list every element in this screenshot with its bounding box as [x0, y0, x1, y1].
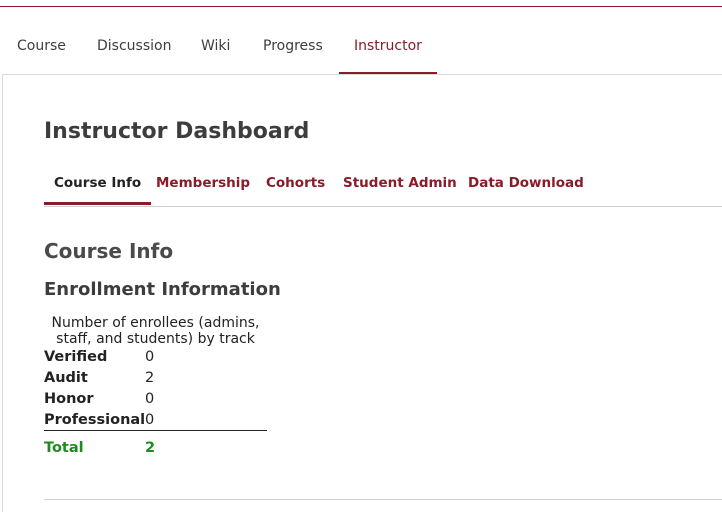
row-value: 2 — [145, 370, 155, 386]
tab-student-admin[interactable]: Student Admin — [343, 175, 457, 191]
row-value: 0 — [145, 391, 155, 407]
enrollment-heading: Enrollment Information — [44, 279, 281, 300]
table-row-total: Total 2 — [44, 431, 267, 461]
section-divider — [44, 499, 722, 500]
tab-membership[interactable]: Membership — [156, 175, 250, 191]
row-label: Audit — [44, 370, 88, 386]
table-row-audit: Audit 2 — [44, 368, 267, 389]
course-nav: Course Discussion Wiki Progress Instruct… — [0, 22, 722, 75]
total-value: 2 — [145, 440, 156, 456]
tab-progress[interactable]: Progress — [263, 22, 323, 74]
table-caption: Number of enrollees (admins, staff, and … — [51, 315, 260, 347]
page-title: Instructor Dashboard — [44, 119, 310, 144]
top-accent-rule — [0, 6, 722, 7]
table-row-verified: Verified 0 — [44, 347, 267, 368]
row-label: Professional — [44, 412, 146, 428]
tab-course[interactable]: Course — [17, 22, 66, 74]
tab-discussion[interactable]: Discussion — [97, 22, 171, 74]
tab-course-info[interactable]: Course Info — [43, 175, 152, 205]
table-row-professional: Professional 0 — [44, 410, 267, 431]
dashboard-tabs: Course Info Membership Cohorts Student A… — [43, 165, 722, 207]
row-label: Verified — [44, 349, 108, 365]
row-value: 0 — [145, 349, 155, 365]
tab-instructor[interactable]: Instructor — [339, 22, 437, 75]
total-label: Total — [44, 440, 84, 456]
instructor-content: Instructor Dashboard Course Info Members… — [2, 74, 722, 512]
table-row-honor: Honor 0 — [44, 389, 267, 410]
enrollment-table: Number of enrollees (admins, staff, and … — [44, 315, 267, 461]
tab-data-download[interactable]: Data Download — [468, 175, 584, 191]
row-label: Honor — [44, 391, 94, 407]
tab-wiki[interactable]: Wiki — [201, 22, 230, 74]
section-title: Course Info — [44, 239, 174, 263]
row-value: 0 — [145, 412, 155, 428]
tab-cohorts[interactable]: Cohorts — [266, 175, 325, 191]
